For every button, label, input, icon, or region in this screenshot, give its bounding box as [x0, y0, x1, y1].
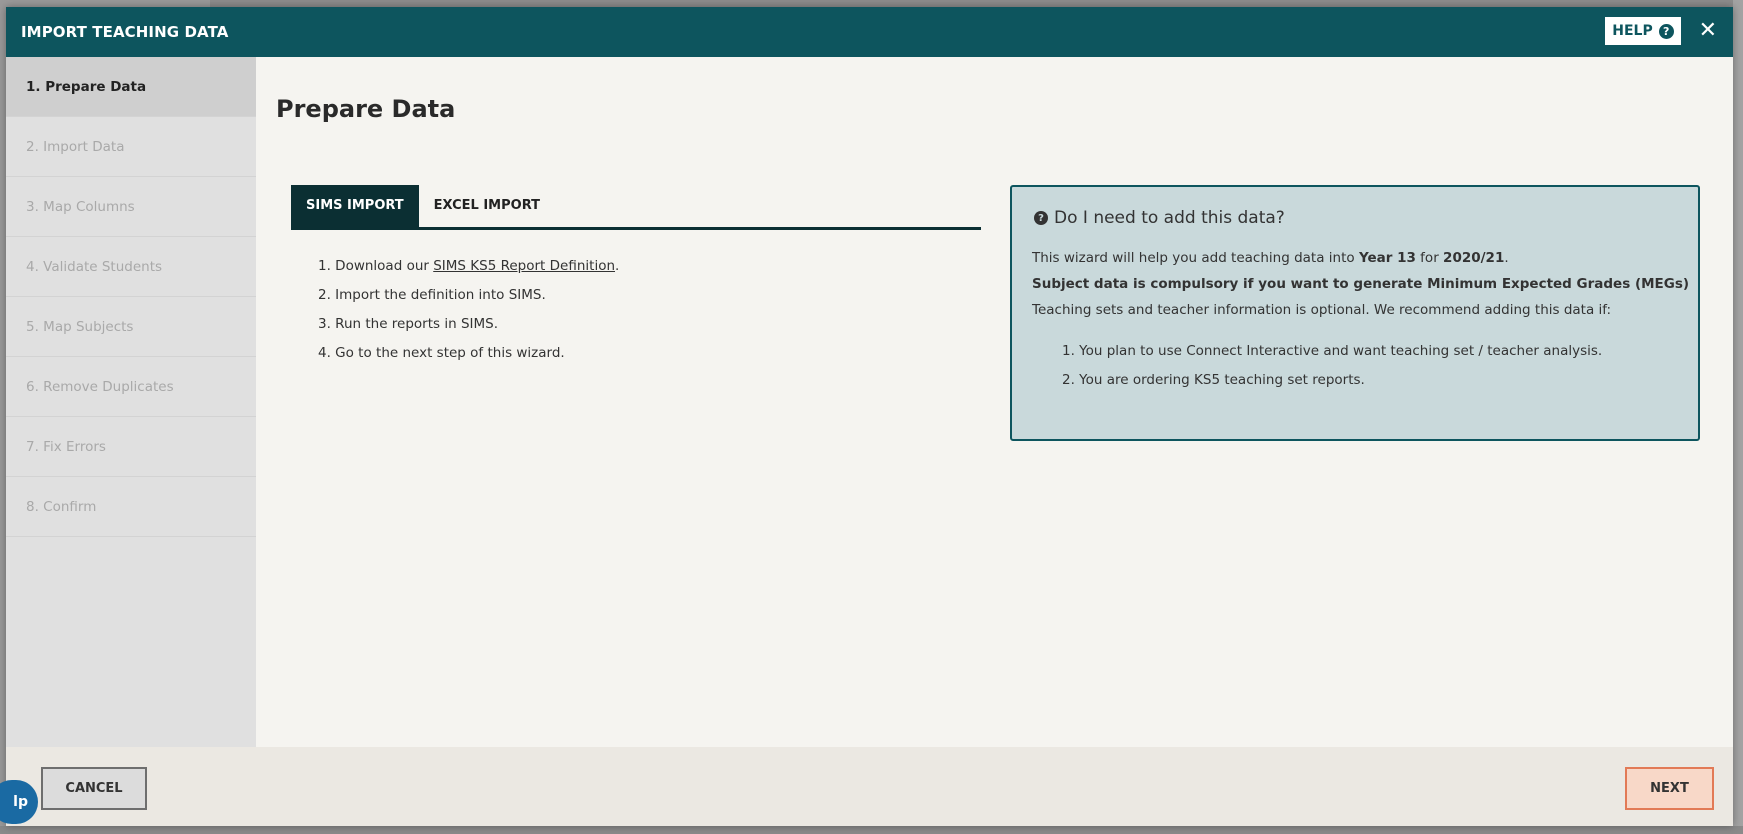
step-remove-duplicates: 6. Remove Duplicates	[6, 357, 256, 417]
help-button-label: HELP	[1612, 23, 1653, 39]
import-type-tabs: SIMS IMPORT EXCEL IMPORT	[291, 185, 981, 230]
info-line-wizard: This wizard will help you add teaching d…	[1032, 250, 1509, 266]
step-confirm: 8. Confirm	[6, 477, 256, 537]
instruction-step-1-suffix: .	[615, 258, 620, 274]
cancel-button[interactable]: CANCEL	[41, 767, 147, 810]
main-content: Prepare Data SIMS IMPORT EXCEL IMPORT 1.…	[256, 57, 1733, 747]
step-map-subjects: 5. Map Subjects	[6, 297, 256, 357]
instructions-list: 1. Download our SIMS KS5 Report Definiti…	[318, 252, 619, 368]
info-reason-1: 1. You plan to use Connect Interactive a…	[1062, 343, 1603, 359]
page-title: Prepare Data	[276, 95, 456, 123]
step-import-data: 2. Import Data	[6, 117, 256, 177]
next-button[interactable]: NEXT	[1625, 767, 1714, 810]
instruction-step-3: 3. Run the reports in SIMS.	[318, 316, 499, 332]
import-wizard-modal: IMPORT TEACHING DATA HELP ? ✕ 1. Prepare…	[6, 7, 1733, 826]
background-page-bottom	[0, 826, 1743, 834]
modal-title: IMPORT TEACHING DATA	[21, 23, 229, 41]
tab-sims-import[interactable]: SIMS IMPORT	[291, 185, 419, 227]
info-line-compulsory: Subject data is compulsory if you want t…	[1032, 276, 1690, 292]
step-prepare-data[interactable]: 1. Prepare Data	[6, 57, 256, 117]
instruction-step-4: 4. Go to the next step of this wizard.	[318, 345, 565, 361]
modal-header: IMPORT TEACHING DATA HELP ? ✕	[6, 7, 1733, 57]
sims-report-definition-link[interactable]: SIMS KS5 Report Definition	[433, 258, 615, 274]
info-reasons-list: 1. You plan to use Connect Interactive a…	[1062, 337, 1602, 395]
help-button[interactable]: HELP ?	[1604, 16, 1682, 46]
wizard-steps-sidebar: 1. Prepare Data 2. Import Data 3. Map Co…	[6, 57, 256, 747]
instruction-step-1-prefix: 1. Download our	[318, 258, 434, 274]
step-fix-errors: 7. Fix Errors	[6, 417, 256, 477]
info-panel-title-text: Do I need to add this data?	[1054, 208, 1285, 228]
info-line-wizard-prefix: This wizard will help you add teaching d…	[1032, 250, 1359, 266]
info-panel: ? Do I need to add this data? This wizar…	[1010, 185, 1700, 441]
background-page-right	[1733, 0, 1743, 834]
instruction-step-2: 2. Import the definition into SIMS.	[318, 287, 546, 303]
info-panel-title: ? Do I need to add this data?	[1034, 208, 1285, 228]
instruction-step-1: 1. Download our SIMS KS5 Report Definiti…	[318, 252, 619, 281]
modal-footer: CANCEL NEXT	[6, 747, 1733, 826]
question-circle-icon: ?	[1658, 23, 1674, 39]
step-map-columns: 3. Map Columns	[6, 177, 256, 237]
info-reason-2: 2. You are ordering KS5 teaching set rep…	[1062, 372, 1365, 388]
info-line-wizard-suffix: .	[1504, 250, 1509, 266]
tab-excel-import[interactable]: EXCEL IMPORT	[419, 185, 555, 227]
step-validate-students: 4. Validate Students	[6, 237, 256, 297]
info-year: Year 13	[1358, 250, 1416, 266]
question-circle-icon: ?	[1034, 211, 1048, 225]
info-line-wizard-mid: for	[1415, 250, 1444, 266]
info-line-optional: Teaching sets and teacher information is…	[1032, 302, 1612, 318]
close-icon[interactable]: ✕	[1699, 20, 1717, 42]
info-period: 2020/21	[1443, 250, 1505, 266]
